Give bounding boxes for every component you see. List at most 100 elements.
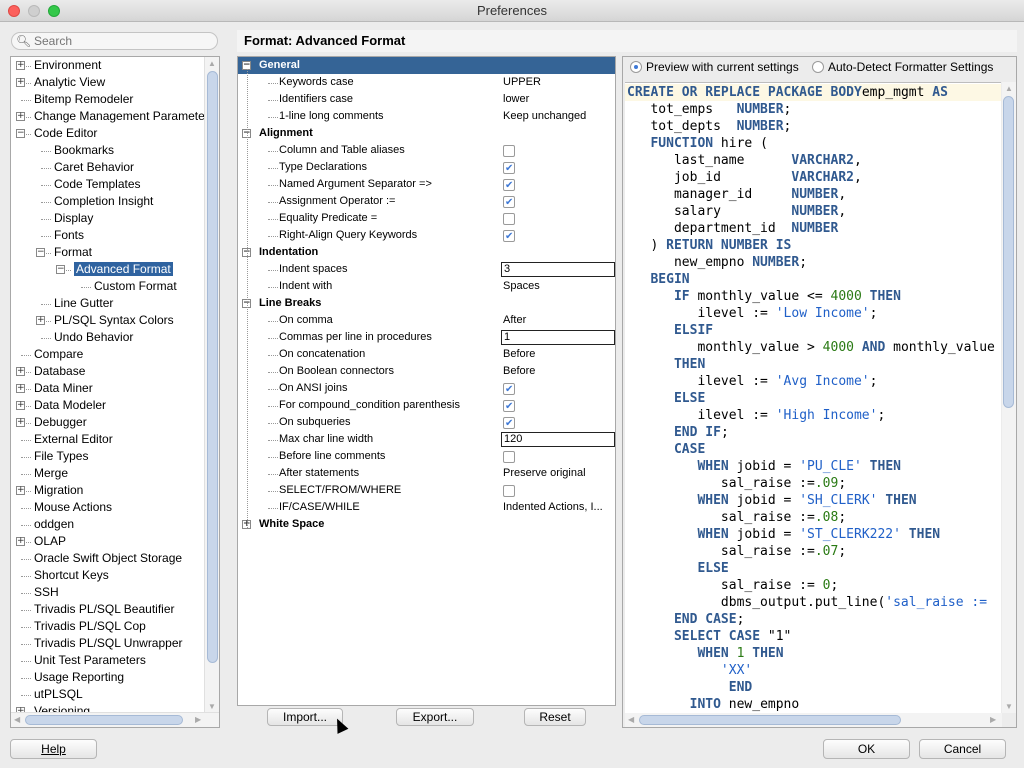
nav-item[interactable]: Data Modeler [34, 397, 106, 414]
option-category[interactable]: − Alignment [238, 125, 615, 142]
minimize-window-button[interactable] [28, 5, 40, 17]
nav-horizontal-scrollbar[interactable]: ◀ ▶ [11, 712, 219, 727]
expand-icon[interactable]: + [16, 112, 25, 121]
preview-current-settings-label[interactable]: Preview with current settings [646, 57, 799, 77]
nav-item[interactable]: Analytic View [34, 74, 105, 91]
scroll-down-arrow-icon[interactable]: ▼ [1005, 702, 1013, 711]
option-input[interactable]: 3 [501, 262, 615, 277]
expand-icon[interactable]: + [16, 486, 25, 495]
nav-item[interactable]: PL/SQL Syntax Colors [54, 312, 174, 329]
nav-item[interactable]: Custom Format [94, 278, 177, 295]
option-value-dropdown[interactable]: After [503, 312, 526, 329]
option-row[interactable]: On subqueries [238, 414, 615, 432]
scroll-up-arrow-icon[interactable]: ▲ [1005, 84, 1013, 93]
option-checkbox[interactable] [503, 194, 515, 211]
option-checkbox[interactable] [503, 381, 515, 398]
option-value-dropdown[interactable]: lower [503, 91, 529, 108]
nav-item[interactable]: Compare [34, 346, 83, 363]
option-row[interactable]: 1-line long comments Keep unchanged [238, 108, 615, 125]
option-value-dropdown[interactable]: Before [503, 346, 535, 363]
option-row[interactable]: Right-Align Query Keywords [238, 227, 615, 245]
option-row[interactable]: On concatenation Before [238, 346, 615, 363]
nav-item[interactable]: Trivadis PL/SQL Unwrapper [34, 635, 183, 652]
nav-item[interactable]: Fonts [54, 227, 84, 244]
option-row[interactable]: Before line comments [238, 448, 615, 465]
option-category[interactable]: − Line Breaks [238, 295, 615, 312]
option-checkbox[interactable] [503, 160, 515, 177]
expand-icon[interactable]: + [16, 401, 25, 410]
option-category[interactable]: − General [238, 57, 615, 74]
scroll-up-arrow-icon[interactable]: ▲ [208, 59, 216, 68]
option-row[interactable]: IF/CASE/WHILE Indented Actions, I... [238, 499, 615, 516]
code-vertical-scrollbar[interactable]: ▲ ▼ [1002, 82, 1016, 713]
nav-item[interactable]: oddgen [34, 516, 74, 533]
scroll-down-arrow-icon[interactable]: ▼ [208, 702, 216, 711]
search-input[interactable] [34, 34, 214, 48]
export-button[interactable]: Export... [396, 708, 474, 726]
expand-icon[interactable]: + [16, 418, 25, 427]
preview-current-settings-radio[interactable] [630, 61, 642, 73]
option-row[interactable]: Assignment Operator := [238, 193, 615, 211]
option-row[interactable]: Named Argument Separator => [238, 176, 615, 194]
option-row[interactable]: Identifiers case lower [238, 91, 615, 108]
option-input[interactable]: 120 [501, 432, 615, 447]
nav-item[interactable]: Debugger [34, 414, 87, 431]
nav-item[interactable]: Database [34, 363, 85, 380]
option-value-dropdown[interactable]: Indented Actions, I... [503, 499, 603, 516]
option-row[interactable]: SELECT/FROM/WHERE [238, 482, 615, 499]
option-row[interactable]: Commas per line in procedures 1 [238, 329, 615, 346]
nav-item[interactable]: Bookmarks [54, 142, 114, 159]
nav-hscroll-thumb[interactable] [25, 715, 183, 725]
nav-scroll-thumb[interactable] [207, 71, 218, 663]
nav-item[interactable]: Usage Reporting [34, 669, 124, 686]
nav-item[interactable]: Environment [34, 57, 101, 74]
nav-item[interactable]: External Editor [34, 431, 113, 448]
nav-item[interactable]: Line Gutter [54, 295, 113, 312]
cancel-button[interactable]: Cancel [919, 739, 1006, 759]
nav-item[interactable]: Code Editor [34, 125, 97, 142]
option-value-dropdown[interactable]: Spaces [503, 278, 540, 295]
nav-item[interactable]: Data Miner [34, 380, 93, 397]
option-checkbox[interactable] [503, 145, 515, 157]
nav-vertical-scrollbar[interactable]: ▲ ▼ [204, 57, 219, 713]
option-checkbox[interactable] [503, 398, 515, 415]
nav-item[interactable]: Advanced Format [74, 261, 173, 278]
nav-item[interactable]: Mouse Actions [34, 499, 112, 516]
option-value-dropdown[interactable]: Keep unchanged [503, 108, 586, 125]
expand-icon[interactable]: + [16, 367, 25, 376]
option-checkbox[interactable] [503, 415, 515, 432]
nav-item[interactable]: Oracle Swift Object Storage [34, 550, 182, 567]
option-row[interactable]: On Boolean connectors Before [238, 363, 615, 380]
nav-item[interactable]: Migration [34, 482, 83, 499]
collapse-icon[interactable]: − [36, 248, 45, 257]
nav-item[interactable]: SSH [34, 584, 59, 601]
nav-item[interactable]: Shortcut Keys [34, 567, 109, 584]
expand-icon[interactable]: + [16, 537, 25, 546]
nav-item[interactable]: Format [54, 244, 92, 261]
scroll-left-arrow-icon[interactable]: ◀ [628, 715, 634, 724]
collapse-icon[interactable]: − [56, 265, 65, 274]
nav-item[interactable]: utPLSQL [34, 686, 83, 703]
auto-detect-radio[interactable] [812, 61, 824, 73]
expand-icon[interactable]: + [16, 61, 25, 70]
option-row[interactable]: Equality Predicate = [238, 210, 615, 227]
option-checkbox[interactable] [503, 228, 515, 245]
option-row[interactable]: On ANSI joins [238, 380, 615, 398]
option-row[interactable]: Keywords case UPPER [238, 74, 615, 91]
option-checkbox[interactable] [503, 451, 515, 463]
option-category[interactable]: + White Space [238, 516, 615, 533]
option-row[interactable]: On comma After [238, 312, 615, 329]
scroll-left-arrow-icon[interactable]: ◀ [14, 715, 20, 724]
search-box[interactable]: 🔍︎ [11, 32, 218, 50]
option-value-dropdown[interactable]: UPPER [503, 74, 541, 91]
option-value-dropdown[interactable]: Preserve original [503, 465, 586, 482]
option-row[interactable]: Column and Table aliases [238, 142, 615, 159]
expand-icon[interactable]: + [16, 384, 25, 393]
nav-item[interactable]: Unit Test Parameters [34, 652, 146, 669]
ok-button[interactable]: OK [823, 739, 910, 759]
code-horizontal-scrollbar[interactable]: ◀ ▶ [625, 713, 1002, 727]
reset-button[interactable]: Reset [524, 708, 586, 726]
option-value-dropdown[interactable]: Before [503, 363, 535, 380]
option-input[interactable]: 1 [501, 330, 615, 345]
nav-item[interactable]: Code Templates [54, 176, 141, 193]
